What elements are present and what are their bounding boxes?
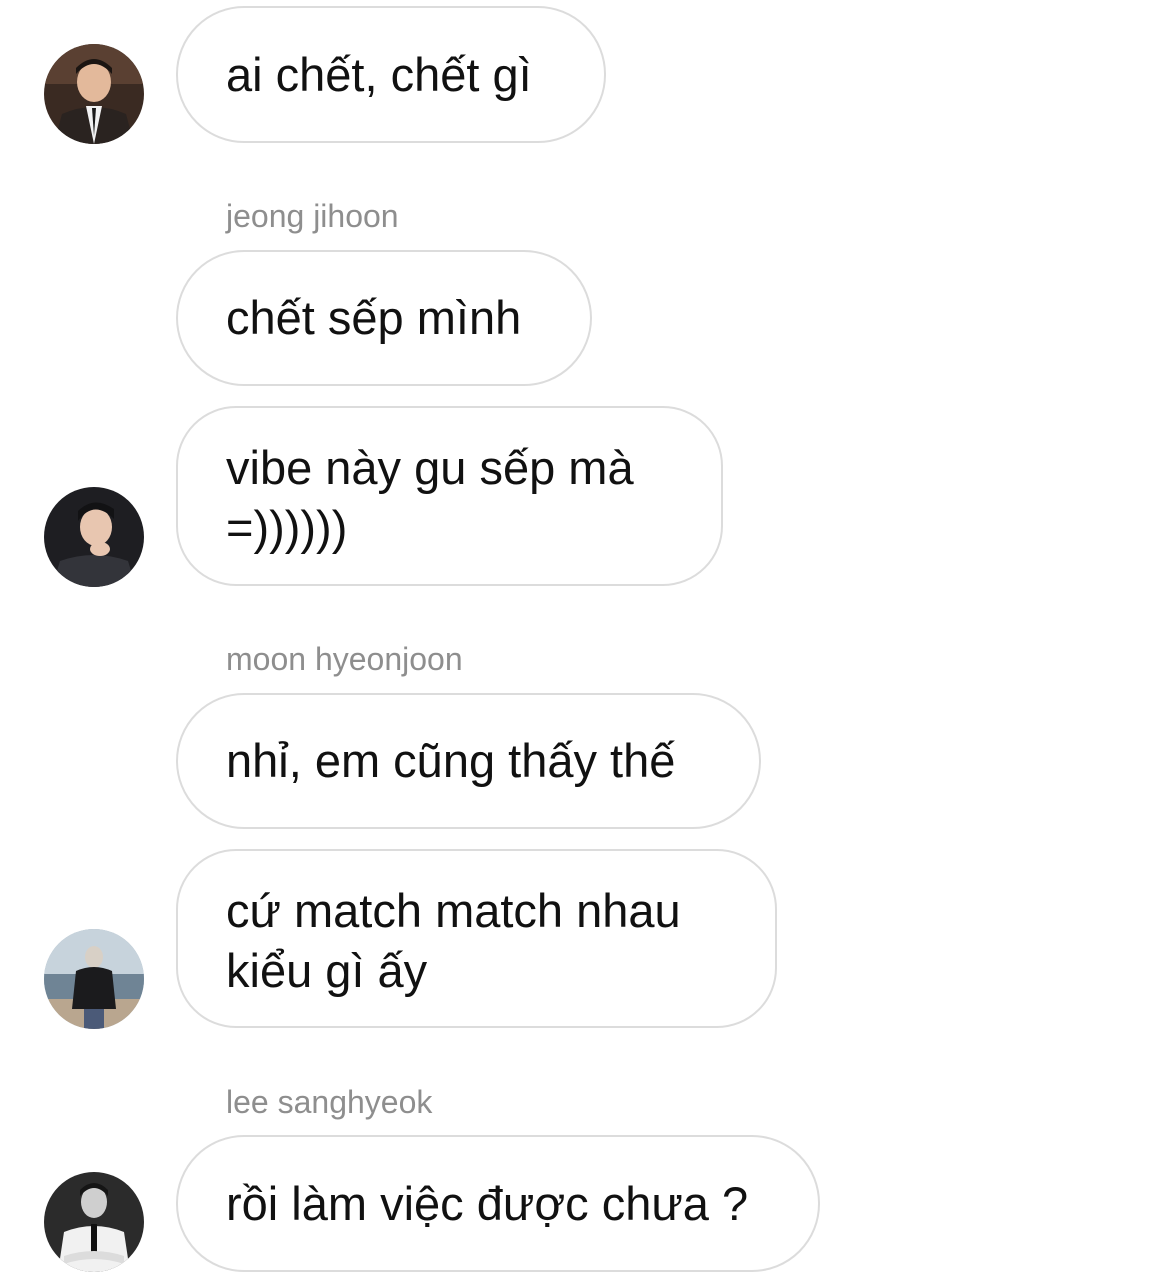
- sender-name: moon hyeonjoon: [226, 641, 463, 677]
- message-bubble[interactable]: vibe này gu sếp mà =)))))): [176, 406, 723, 586]
- message-line: cứ match match nhau: [226, 884, 681, 937]
- message-bubble[interactable]: nhỉ, em cũng thấy thế: [176, 693, 761, 829]
- message-text: vibe này gu sếp mà =)))))): [226, 438, 634, 558]
- profile-photo-icon: [44, 1172, 144, 1272]
- message-line: kiểu gì ấy: [226, 944, 428, 997]
- message-bubble[interactable]: rồi làm việc được chưa ?: [176, 1135, 820, 1272]
- sender-name: lee sanghyeok: [226, 1084, 433, 1120]
- message-line: vibe này gu sếp mà: [226, 441, 634, 494]
- sender-name: jeong jihoon: [226, 198, 399, 234]
- message-bubble[interactable]: chết sếp mình: [176, 250, 592, 386]
- profile-photo-icon: [44, 44, 144, 144]
- avatar[interactable]: [44, 487, 144, 587]
- profile-photo-icon: [44, 929, 144, 1029]
- message-text: nhỉ, em cũng thấy thế: [226, 734, 676, 787]
- message-bubble[interactable]: ai chết, chết gì: [176, 6, 606, 143]
- message-bubble[interactable]: cứ match match nhau kiểu gì ấy: [176, 849, 777, 1028]
- message-text: ai chết, chết gì: [226, 47, 532, 101]
- chat-thread: ai chết, chết gì jeong jihoon chết sếp m…: [0, 0, 1170, 1288]
- message-text: cứ match match nhau kiểu gì ấy: [226, 881, 681, 1001]
- message-text: chết sếp mình: [226, 291, 522, 344]
- message-line: =)))))): [226, 501, 348, 554]
- message-text: rồi làm việc được chưa ?: [226, 1176, 749, 1230]
- avatar[interactable]: [44, 929, 144, 1029]
- avatar[interactable]: [44, 1172, 144, 1272]
- profile-photo-icon: [44, 487, 144, 587]
- avatar[interactable]: [44, 44, 144, 144]
